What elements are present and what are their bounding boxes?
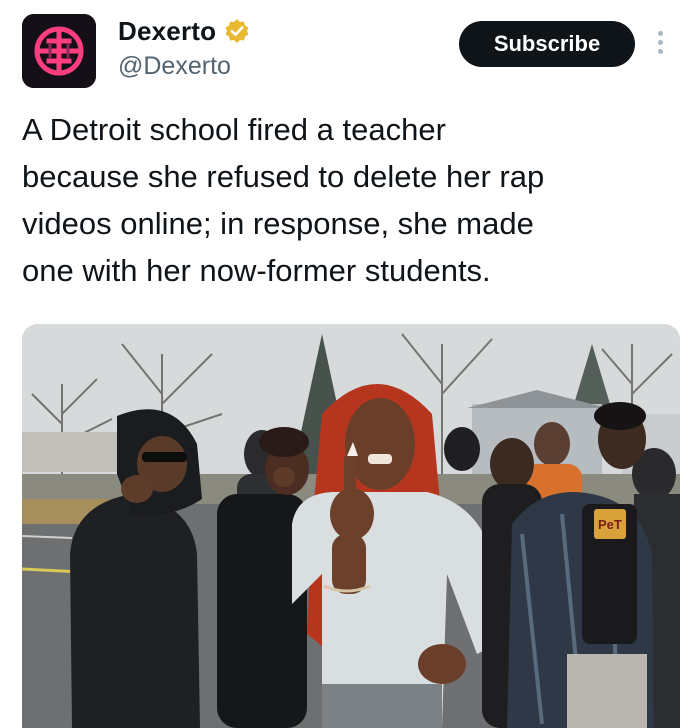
dot <box>657 31 663 36</box>
author-name-row: Dexerto <box>118 14 250 48</box>
author-name[interactable]: Dexerto <box>118 16 216 47</box>
photo-scene: PeT <box>22 324 680 728</box>
tweet-photo[interactable]: PeT <box>22 324 680 728</box>
author-handle[interactable]: @Dexerto <box>118 52 231 81</box>
tweet-text: A Detroit school fired a teacher because… <box>22 112 545 288</box>
dexerto-logo-icon <box>22 14 96 88</box>
more-vertical-icon[interactable] <box>652 28 668 62</box>
tweet-header: Dexerto @Dexerto Subscribe <box>0 0 700 100</box>
avatar[interactable] <box>22 14 96 88</box>
dot <box>657 49 663 54</box>
verified-badge-icon <box>224 18 250 44</box>
dot <box>657 40 663 45</box>
shirt-text: PeT <box>598 517 622 532</box>
subscribe-button[interactable]: Subscribe <box>459 21 635 67</box>
